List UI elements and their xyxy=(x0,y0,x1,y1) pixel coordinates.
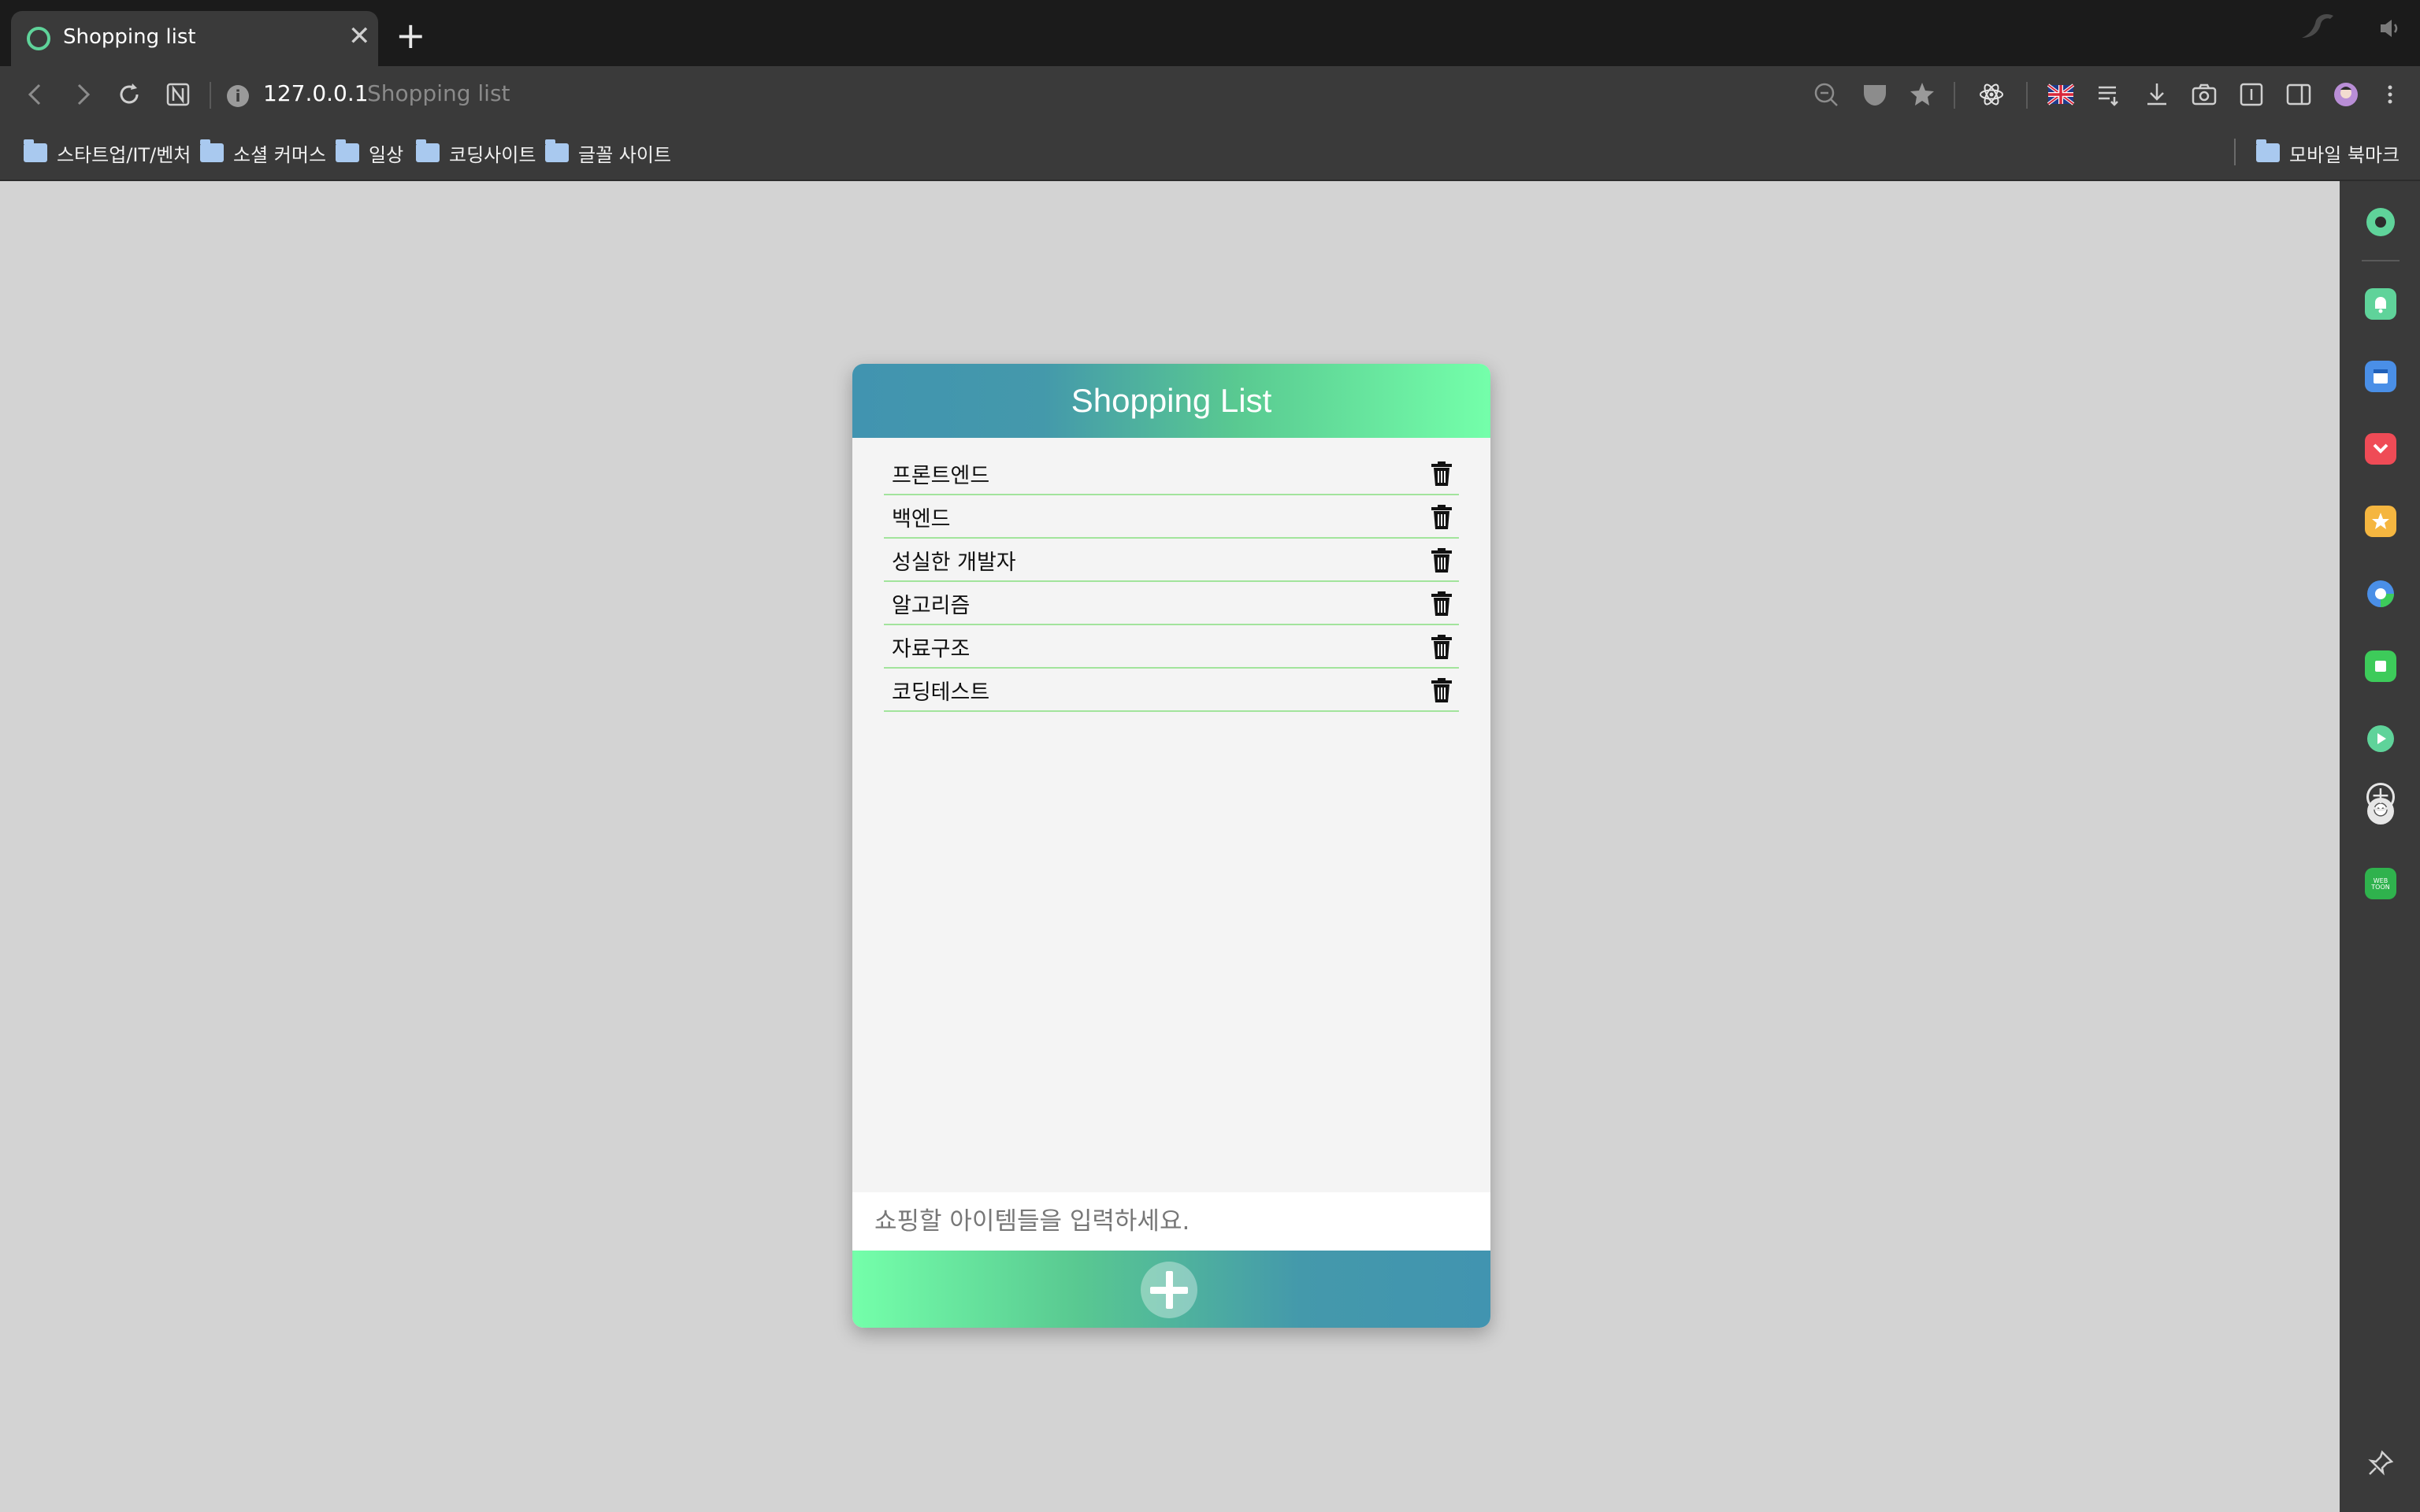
folder-icon xyxy=(336,139,359,162)
url-page-title: Shopping list xyxy=(367,80,510,106)
reader-mode-icon[interactable] xyxy=(2237,80,2266,109)
delete-trash-icon[interactable] xyxy=(1431,548,1453,573)
folder-icon xyxy=(200,139,224,162)
reload-icon[interactable] xyxy=(115,80,143,109)
address-bar: i 127.0.0.1 Shopping list xyxy=(0,66,2420,124)
sidebar-green-circle-icon[interactable] xyxy=(2365,206,2396,238)
notion-icon[interactable] xyxy=(164,80,192,109)
card-header: Shopping List xyxy=(852,364,1490,438)
list-item: 백엔드 xyxy=(884,495,1459,539)
bookmark-folder-mobile[interactable]: 모바일 북마크 xyxy=(2256,137,2400,169)
profile-avatar-icon[interactable] xyxy=(2332,80,2360,109)
bird-logo-icon xyxy=(2299,11,2336,49)
add-item-button[interactable] xyxy=(1141,1262,1197,1318)
forward-icon[interactable] xyxy=(68,80,96,109)
tab-strip: Shopping list ✕ + xyxy=(0,0,2420,66)
download-icon[interactable] xyxy=(2143,80,2171,109)
new-tab-button[interactable]: + xyxy=(395,17,426,54)
item-input-wrapper xyxy=(852,1192,1490,1251)
bookmark-label: 모바일 북마크 xyxy=(2289,143,2400,166)
bookmark-label: 코딩사이트 xyxy=(449,143,536,166)
sidebar-green-square-icon[interactable] xyxy=(2365,650,2396,682)
delete-trash-icon[interactable] xyxy=(1431,591,1453,617)
sidebar-divider xyxy=(2362,260,2400,261)
delete-trash-icon[interactable] xyxy=(1431,505,1453,530)
sidebar-chrome-icon[interactable] xyxy=(2365,578,2396,610)
sidebar-toggle-icon[interactable] xyxy=(2285,80,2313,109)
speaker-icon[interactable] xyxy=(2379,17,2403,45)
item-input[interactable] xyxy=(852,1192,1490,1251)
sidebar-add-button[interactable]: + xyxy=(2366,783,2395,811)
delete-trash-icon[interactable] xyxy=(1431,461,1453,487)
tab-close-icon[interactable]: ✕ xyxy=(348,22,371,50)
reading-list-icon[interactable] xyxy=(2095,80,2124,109)
bookmark-label: 스타트업/IT/벤처 xyxy=(57,143,191,166)
item-name: 알고리즘 xyxy=(892,594,971,618)
tab-title: Shopping list xyxy=(63,25,196,49)
back-icon[interactable] xyxy=(22,80,50,109)
shopping-list-card: Shopping List 프론트엔드 백엔드 성실한 개발자 알고리즘 자료구… xyxy=(852,364,1490,1328)
bookmark-folder[interactable]: 코딩사이트 xyxy=(416,137,536,169)
sidebar-star-icon[interactable] xyxy=(2365,506,2396,537)
item-name: 자료구조 xyxy=(892,637,971,662)
sidebar-pocket-icon[interactable] xyxy=(2365,433,2396,465)
item-name: 코딩테스트 xyxy=(892,680,990,705)
bookmark-label: 글꼴 사이트 xyxy=(578,143,672,166)
pocket-shield-icon[interactable] xyxy=(1861,80,1889,109)
toolbar-separator xyxy=(2026,82,2028,109)
sidebar-notification-icon[interactable] xyxy=(2365,288,2396,320)
tab-favicon-icon xyxy=(27,27,50,50)
folder-icon xyxy=(2256,139,2280,162)
site-info-icon[interactable]: i xyxy=(227,85,249,107)
sidebar-play-icon[interactable] xyxy=(2365,723,2396,754)
card-footer xyxy=(852,1251,1490,1328)
camera-icon[interactable] xyxy=(2190,80,2218,109)
react-devtools-icon[interactable] xyxy=(1977,80,2006,109)
bookmarks-separator xyxy=(2234,139,2236,165)
sidebar-webtoon-icon[interactable]: WEB TOON xyxy=(2365,868,2396,899)
bookmarks-bar: 스타트업/IT/벤처 소셜 커머스 일상 코딩사이트 글꼴 사이트 모바일 북마… xyxy=(0,124,2420,181)
folder-icon xyxy=(545,139,569,162)
item-name: 성실한 개발자 xyxy=(892,550,1016,575)
bookmark-label: 소셜 커머스 xyxy=(233,143,327,166)
item-name: 프론트엔드 xyxy=(892,464,990,488)
folder-icon xyxy=(24,139,47,162)
delete-trash-icon[interactable] xyxy=(1431,678,1453,703)
bookmark-folder[interactable]: 스타트업/IT/벤처 xyxy=(24,137,191,169)
shopping-items-list: 프론트엔드 백엔드 성실한 개발자 알고리즘 자료구조 코딩테스트 xyxy=(884,452,1459,712)
page-title: Shopping List xyxy=(1071,382,1272,419)
sidebar-pin-icon[interactable] xyxy=(2366,1449,2395,1477)
folder-icon xyxy=(416,139,440,162)
sidebar-calendar-icon[interactable] xyxy=(2365,361,2396,392)
url-text[interactable]: 127.0.0.1 xyxy=(263,80,369,106)
bookmark-label: 일상 xyxy=(369,143,404,166)
list-item: 코딩테스트 xyxy=(884,669,1459,712)
uk-flag-icon[interactable] xyxy=(2047,80,2075,109)
list-item: 알고리즘 xyxy=(884,582,1459,625)
toolbar-separator xyxy=(1954,82,1955,109)
bookmark-folder[interactable]: 일상 xyxy=(336,137,403,169)
browser-sidebar: WEB TOON + xyxy=(2340,181,2420,1512)
bookmark-star-icon[interactable] xyxy=(1908,80,1936,109)
svg-text:TOON: TOON xyxy=(2370,884,2389,891)
bookmark-folder[interactable]: 소셜 커머스 xyxy=(200,137,326,169)
browser-tab[interactable]: Shopping list ✕ xyxy=(11,11,378,66)
list-item: 자료구조 xyxy=(884,625,1459,669)
zoom-out-icon[interactable] xyxy=(1812,80,1840,109)
more-menu-icon[interactable] xyxy=(2376,80,2404,109)
bookmark-folder[interactable]: 글꼴 사이트 xyxy=(545,137,671,169)
list-item: 프론트엔드 xyxy=(884,452,1459,495)
address-separator xyxy=(210,82,211,109)
item-name: 백엔드 xyxy=(892,507,951,532)
delete-trash-icon[interactable] xyxy=(1431,635,1453,660)
list-item: 성실한 개발자 xyxy=(884,539,1459,582)
